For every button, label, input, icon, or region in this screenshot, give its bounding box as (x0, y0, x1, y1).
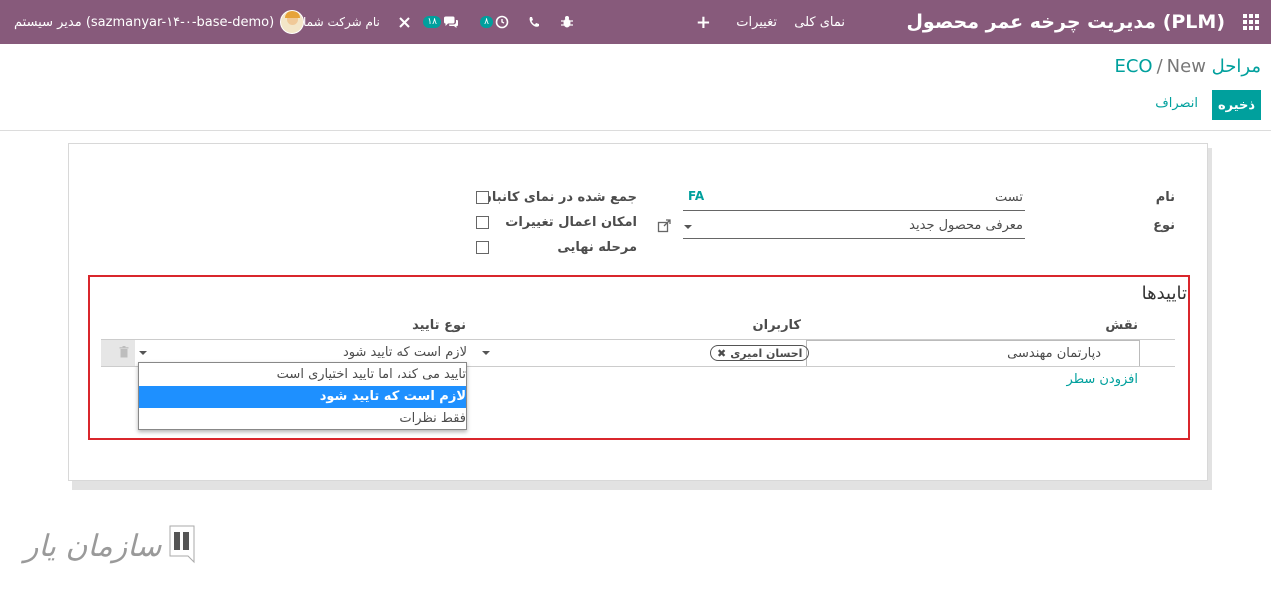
folded-label: جمع شده در نمای کانبان (480, 190, 637, 205)
type-label: نوع (1153, 218, 1175, 233)
type-select-underline (683, 238, 1025, 239)
phone-icon[interactable] (528, 0, 540, 44)
role-value: دپارتمان مهندسی (1007, 346, 1101, 361)
approval-type-caret-icon[interactable] (139, 351, 147, 355)
user-avatar (280, 10, 305, 34)
activities-count-badge: ۸ (480, 16, 493, 28)
user-name: مدیر سیستم (sazmanyar-۱۴-۰-base-demo) (14, 14, 275, 30)
user-tag-label: احسان امیری (730, 346, 803, 360)
dropdown-option-required[interactable]: لازم است که تایید شود (139, 386, 466, 408)
approval-type-select[interactable]: لازم است که تایید شود (343, 345, 467, 360)
dropdown-option-comments-only[interactable]: فقط نظرات (139, 408, 466, 430)
messages-chat-icon[interactable]: ۱۸ (421, 0, 459, 44)
external-link-icon[interactable] (657, 219, 671, 237)
watermark-mark-icon (169, 525, 195, 564)
final-stage-checkbox[interactable] (476, 241, 489, 254)
apps-menu-icon[interactable] (1243, 0, 1261, 44)
watermark-logo: سازمان یار (24, 522, 196, 570)
watermark-text: سازمان یار (24, 528, 162, 564)
users-caret-icon[interactable] (482, 351, 490, 355)
folded-checkbox[interactable] (476, 191, 489, 204)
menu-changes[interactable]: تغییرات (736, 0, 777, 44)
name-label: نام (1155, 190, 1175, 205)
control-panel-divider (0, 130, 1271, 131)
company-name[interactable]: نام شرکت شما (303, 0, 380, 44)
type-select[interactable]: معرفی محصول جدید (909, 218, 1023, 233)
save-button[interactable]: ذخیره (1212, 90, 1261, 120)
app-title: مدیریت چرخه عمر محصول (PLM) (906, 11, 1225, 33)
type-caret-icon[interactable] (684, 225, 692, 229)
language-badge[interactable]: FA (688, 189, 704, 203)
breadcrumb-separator: / (1156, 56, 1163, 77)
tag-remove-icon[interactable]: ✖ (717, 347, 726, 360)
column-users-header[interactable]: کاربران (753, 318, 801, 333)
quick-create-plus-icon[interactable]: + (696, 0, 711, 44)
column-approval-type-header[interactable]: نوع تایید (412, 318, 466, 333)
messages-count-badge: ۱۸ (423, 16, 441, 28)
activities-clock-icon[interactable]: ۸ (478, 0, 509, 44)
menu-overview[interactable]: نمای کلی (794, 0, 845, 44)
approval-type-dropdown: تایید می کند، اما تایید اختیاری است لازم… (138, 362, 467, 430)
breadcrumb: مراحل ECO/New (1114, 56, 1261, 77)
company-switch-tools-icon[interactable] (398, 0, 411, 44)
role-cell[interactable]: دپارتمان مهندسی (806, 340, 1140, 367)
user-menu[interactable]: مدیر سیستم (sazmanyar-۱۴-۰-base-demo) (14, 0, 305, 44)
allow-apply-label: امکان اعمال تغییرات (505, 215, 637, 230)
add-line-link[interactable]: افزودن سطر (1067, 372, 1138, 387)
debug-bug-icon[interactable] (560, 0, 574, 44)
column-role-header[interactable]: نقش (1105, 318, 1138, 333)
name-input-underline (683, 210, 1025, 211)
approvals-title: تاییدها (1141, 283, 1187, 304)
trash-icon (119, 346, 129, 358)
breadcrumb-current: New (1166, 56, 1206, 77)
delete-row-cell[interactable] (101, 340, 135, 366)
final-stage-label: مرحله نهایی (557, 240, 637, 255)
dropdown-option-optional[interactable]: تایید می کند، اما تایید اختیاری است (139, 364, 466, 386)
user-tag: ✖ احسان امیری (710, 345, 810, 361)
discard-button[interactable]: انصراف (1155, 96, 1198, 111)
name-input[interactable]: تست (995, 190, 1023, 205)
allow-apply-checkbox[interactable] (476, 216, 489, 229)
top-navbar: مدیریت چرخه عمر محصول (PLM) نمای کلی تغی… (0, 0, 1271, 44)
